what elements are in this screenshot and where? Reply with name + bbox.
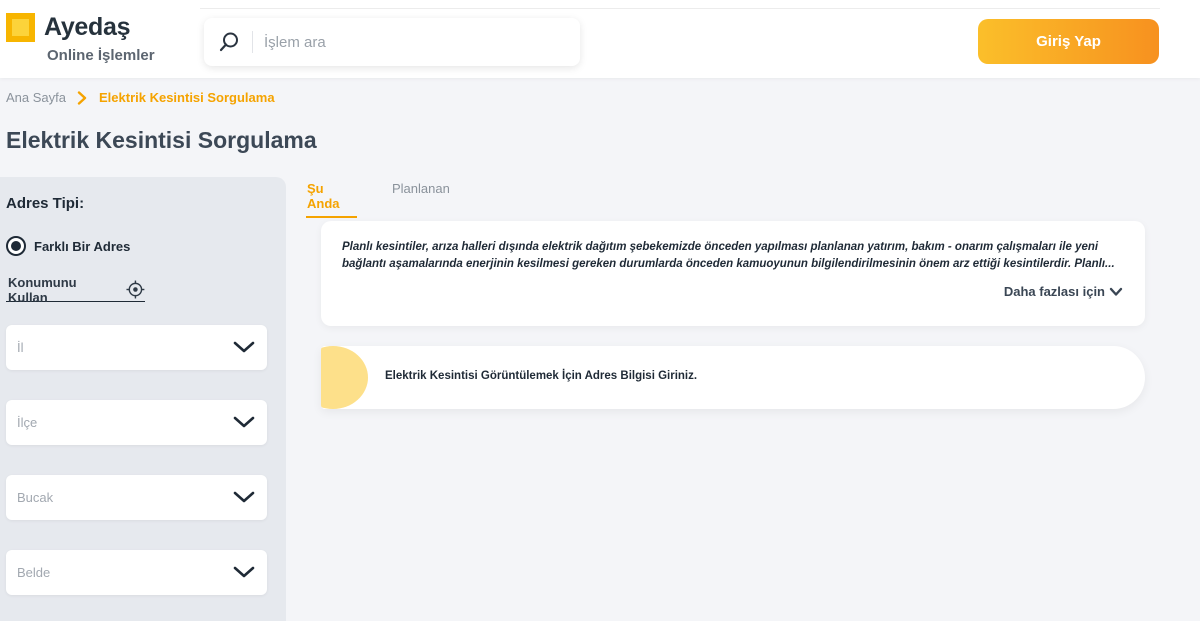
chevron-right-icon [77, 90, 87, 105]
subdistrict-select[interactable]: Bucak [6, 475, 267, 520]
select-placeholder: Belde [17, 565, 51, 580]
chevron-down-icon [233, 566, 255, 578]
logo-subtitle: Online İşlemler [47, 47, 155, 64]
search-icon[interactable] [218, 31, 240, 53]
logo-name[interactable]: Ayedaş [44, 13, 131, 42]
search-box[interactable] [204, 18, 580, 66]
radio-button[interactable] [6, 236, 26, 256]
select-placeholder: İl [17, 340, 24, 355]
district-select[interactable]: İlçe [6, 400, 267, 445]
alert-message: Elektrik Kesintisi Görüntülemek İçin Adr… [385, 370, 698, 382]
tab-planned[interactable]: Planlanan [392, 181, 450, 201]
address-filter-panel: Adres Tipi: Farklı Bir Adres Konumunu Ku… [0, 177, 286, 621]
select-placeholder: Bucak [17, 490, 54, 505]
tab-now[interactable]: Şu Anda [306, 181, 357, 218]
breadcrumb-home-link[interactable]: Ana Sayfa [6, 90, 66, 105]
breadcrumb: Ana Sayfa Elektrik Kesintisi Sorgulama [6, 90, 275, 105]
info-description: Planlı kesintiler, arıza halleri dışında… [342, 239, 1132, 273]
chevron-down-icon [233, 341, 255, 353]
chevron-down-icon [233, 416, 255, 428]
breadcrumb-current: Elektrik Kesintisi Sorgulama [99, 90, 275, 105]
ayedas-logo-icon[interactable] [6, 13, 35, 42]
select-placeholder: İlçe [17, 415, 38, 430]
use-location-link[interactable]: Konumunu Kullan [6, 274, 145, 305]
info-line-2: bağlantı aşamalarında enerjinin kesilmes… [342, 258, 1115, 270]
search-divider [252, 31, 253, 53]
more-label: Daha fazlası için [1003, 284, 1105, 299]
province-select[interactable]: İl [6, 325, 267, 370]
info-card: Planlı kesintiler, arıza halleri dışında… [321, 221, 1145, 326]
info-line-1: Planlı kesintiler, arıza halleri dışında… [342, 241, 1099, 253]
login-button[interactable]: Giriş Yap [978, 19, 1159, 64]
chevron-down-icon [233, 491, 255, 503]
header: Ayedaş Online İşlemler Giriş Yap [0, 0, 1200, 78]
address-alert: i Elektrik Kesintisi Görüntülemek İçin A… [321, 346, 1145, 409]
radio-label: Farklı Bir Adres [34, 238, 131, 254]
radio-different-address[interactable]: Farklı Bir Adres [6, 236, 130, 256]
location-target-icon [126, 280, 145, 299]
search-input[interactable] [264, 28, 564, 56]
use-location-label: Konumunu Kullan [8, 274, 77, 305]
page-title: Elektrik Kesintisi Sorgulama [6, 127, 317, 153]
address-type-label: Adres Tipi: [6, 195, 85, 212]
info-icon: i [321, 346, 368, 409]
more-button[interactable]: Daha fazlası için [1004, 284, 1123, 299]
town-select[interactable]: Belde [6, 550, 267, 595]
header-divider [200, 8, 1160, 9]
chevron-down-icon [1109, 287, 1123, 296]
